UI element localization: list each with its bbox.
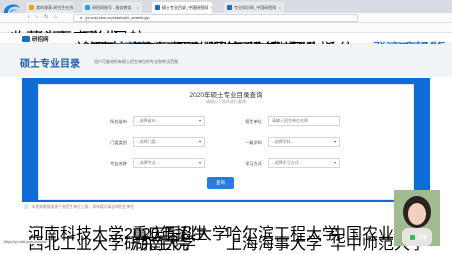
site-logo-icon xyxy=(22,36,30,42)
status-bar-url: https://yz.chsi.com.cn/zsml/ xyxy=(2,240,49,244)
label-study-mode: 学习方式 xyxy=(245,161,262,166)
tab-favicon-icon xyxy=(85,5,90,10)
tab-account[interactable]: 研招网账号 - 服务教务 × xyxy=(82,2,142,13)
tab-major-knowledge[interactable]: 专业知识网_中国研招网 × xyxy=(224,2,284,13)
query-button[interactable]: 查询 xyxy=(207,177,234,189)
forward-icon[interactable]: › xyxy=(36,14,38,20)
live-badge-icon xyxy=(410,235,415,240)
close-icon[interactable]: × xyxy=(137,5,139,10)
form-title: 2020年硕士专业目录查询 xyxy=(189,92,263,99)
related-link[interactable]: 上海海事大学 xyxy=(226,230,322,254)
school-input[interactable]: 请输入招生单位名称 xyxy=(268,116,340,126)
address-bar[interactable]: ● yz.chsi.com.cn/zsml/zyfx_search.jsp xyxy=(73,14,358,22)
page-subtitle: 用户可查询所有硕士招生单位的专业和考试范围 xyxy=(94,59,178,64)
related-link[interactable]: 湖南大学 xyxy=(132,230,196,254)
label-category: 门类类别 xyxy=(110,140,127,145)
label-school: 招生单位 xyxy=(245,119,262,124)
tab-favicon-icon xyxy=(155,5,160,10)
discipline-select[interactable]: --选择学科-- ▾ xyxy=(268,137,340,147)
tab-course-schedule[interactable]: 我的课表-研究生在线 × xyxy=(26,2,74,13)
form-subtitle: 请按以下条件进行查询 xyxy=(206,99,246,104)
home-icon[interactable]: ⌂ xyxy=(54,14,57,20)
major-select[interactable]: --选择专业-- ▾ xyxy=(133,158,205,168)
category-select[interactable]: --选择门类-- ▾ xyxy=(133,137,205,147)
label-major: 专业名称 xyxy=(110,161,127,166)
refresh-icon[interactable]: ↻ xyxy=(44,14,48,20)
close-icon[interactable]: × xyxy=(279,5,281,10)
study-mode-select[interactable]: --选择学习方式-- ▾ xyxy=(268,158,340,168)
streamer-name: 高琳 xyxy=(410,234,427,241)
tab-favicon-icon xyxy=(29,5,34,10)
chevron-down-icon: ▾ xyxy=(333,139,336,144)
tab-master-catalog[interactable]: 硕士专业目录_中国研招网 × xyxy=(152,2,212,13)
province-select[interactable]: --选择省市-- ▾ xyxy=(133,116,205,126)
chevron-down-icon: ▾ xyxy=(333,160,336,165)
close-icon[interactable]: × xyxy=(210,5,212,10)
chevron-down-icon: ▾ xyxy=(198,118,201,123)
site-logo[interactable]: 研招网 xyxy=(22,35,49,43)
label-province: 所在省市 xyxy=(110,119,127,124)
back-icon[interactable]: ‹ xyxy=(28,14,30,20)
secure-lock-icon: ● xyxy=(80,15,83,20)
label-discipline: 一级学科 xyxy=(245,140,262,145)
page-title: 硕士专业目录 xyxy=(20,59,80,70)
chevron-down-icon: ▾ xyxy=(198,160,201,165)
disclaimer-note: 注：本查询数据来源于各招生单位上报，如有疑问请咨询招生单位 xyxy=(24,205,135,209)
tab-favicon-icon xyxy=(227,5,232,10)
chevron-down-icon: ▾ xyxy=(198,139,201,144)
